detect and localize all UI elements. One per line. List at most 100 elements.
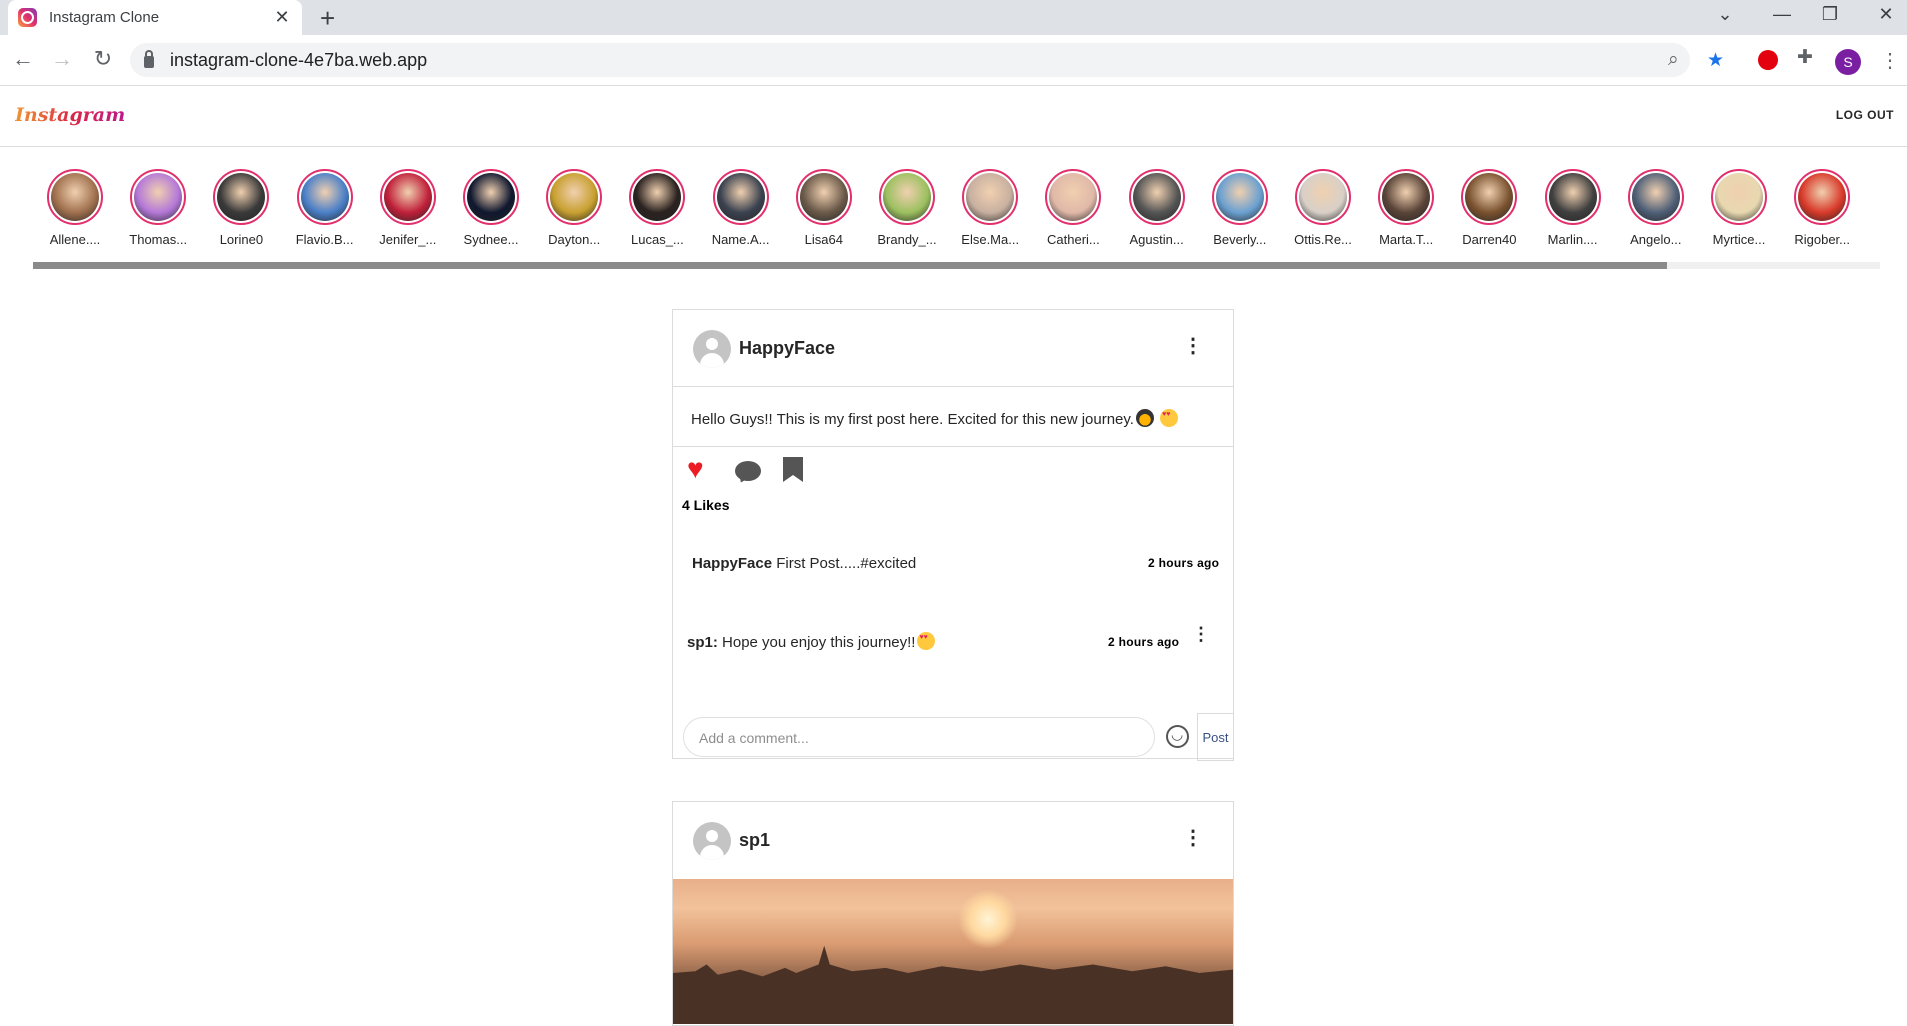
story-item[interactable]: Darren40 <box>1447 169 1531 247</box>
instagram-logo[interactable]: Instagram <box>15 104 125 126</box>
stories-scrollbar-thumb[interactable] <box>33 262 1667 269</box>
comment-input[interactable]: Add a comment... <box>683 717 1155 757</box>
story-item[interactable]: Else.Ma... <box>948 169 1032 247</box>
story-item[interactable]: Catheri... <box>1031 169 1115 247</box>
caption-username[interactable]: HappyFace <box>692 555 772 572</box>
story-ring[interactable] <box>795 169 852 225</box>
new-tab-icon[interactable]: + <box>320 3 335 34</box>
story-avatar[interactable] <box>1049 173 1098 221</box>
story-item[interactable]: Angelo... <box>1614 169 1698 247</box>
post-username[interactable]: sp1 <box>739 830 770 851</box>
story-item[interactable]: Rigober... <box>1780 169 1864 247</box>
story-avatar[interactable] <box>1382 173 1431 221</box>
lock-icon[interactable] <box>144 50 154 68</box>
story-item[interactable]: Flavio.B... <box>283 169 367 247</box>
story-ring[interactable] <box>1378 169 1435 225</box>
post-username[interactable]: HappyFace <box>739 338 835 359</box>
story-ring[interactable] <box>213 169 270 225</box>
story-avatar[interactable] <box>799 173 848 221</box>
story-avatar[interactable] <box>1299 173 1347 221</box>
forward-arrow-icon[interactable]: → <box>47 46 77 72</box>
address-bar[interactable]: instagram-clone-4e7ba.web.app ⌕ ★ <box>130 43 1724 77</box>
story-avatar[interactable] <box>966 173 1015 221</box>
story-item[interactable]: Sydnee... <box>449 169 533 247</box>
bookmark-star-icon[interactable]: ★ <box>1707 49 1724 72</box>
story-avatar[interactable] <box>1715 173 1763 221</box>
story-item[interactable]: Dayton... <box>532 169 616 247</box>
url-text[interactable]: instagram-clone-4e7ba.web.app <box>170 50 427 71</box>
user-avatar-icon[interactable] <box>693 330 731 368</box>
story-ring[interactable] <box>1544 169 1601 225</box>
story-item[interactable]: Lorine0 <box>199 169 283 247</box>
story-avatar[interactable] <box>716 173 765 221</box>
story-ring[interactable] <box>463 169 519 225</box>
story-item[interactable]: Marta.T... <box>1364 169 1448 247</box>
story-ring[interactable] <box>1794 169 1851 225</box>
story-item[interactable]: Brandy_... <box>865 169 949 247</box>
tab-search-chevron-icon[interactable]: ⌄ <box>1705 4 1745 25</box>
story-ring[interactable] <box>1627 169 1684 225</box>
comment-username[interactable]: sp1: <box>687 634 718 651</box>
logout-button[interactable]: LOG OUT <box>1836 108 1894 122</box>
story-avatar[interactable] <box>633 173 682 221</box>
story-ring[interactable] <box>712 169 769 225</box>
bookmark-icon[interactable] <box>783 457 803 482</box>
story-ring[interactable] <box>47 169 103 225</box>
post-comment-button[interactable]: Post <box>1197 713 1234 761</box>
story-item[interactable]: Thomas... <box>116 169 200 247</box>
post-more-icon[interactable]: ⋮ <box>1183 828 1203 848</box>
story-avatar[interactable] <box>1631 173 1680 221</box>
story-ring[interactable] <box>1128 169 1185 225</box>
story-avatar[interactable] <box>217 173 266 221</box>
story-item[interactable]: Lisa64 <box>782 169 866 247</box>
close-tab-icon[interactable]: ✕ <box>272 7 292 28</box>
story-ring[interactable] <box>629 169 686 225</box>
story-avatar[interactable] <box>51 173 99 221</box>
emoji-picker-icon[interactable] <box>1166 725 1189 748</box>
minimize-icon[interactable]: — <box>1762 4 1802 25</box>
story-ring[interactable] <box>130 169 187 225</box>
story-ring[interactable] <box>879 169 935 225</box>
story-avatar[interactable] <box>1465 173 1514 221</box>
story-avatar[interactable] <box>300 173 349 221</box>
comment-more-icon[interactable]: ⋮ <box>1192 625 1210 643</box>
story-ring[interactable] <box>379 169 436 225</box>
story-item[interactable]: Name.A... <box>699 169 783 247</box>
zoom-icon[interactable]: ⌕ <box>1668 49 1679 71</box>
story-item[interactable]: Lucas_... <box>615 169 699 247</box>
reload-icon[interactable]: ↻ <box>88 46 118 72</box>
adblock-extension-icon[interactable] <box>1758 50 1778 70</box>
restore-icon[interactable]: ❐ <box>1810 4 1850 25</box>
story-avatar[interactable] <box>134 173 183 221</box>
profile-avatar[interactable]: S <box>1835 49 1861 75</box>
like-heart-icon[interactable]: ♥ <box>687 455 704 483</box>
extensions-puzzle-icon[interactable]: ✚ <box>1797 46 1813 69</box>
post-more-icon[interactable]: ⋮ <box>1183 336 1203 356</box>
story-ring[interactable] <box>1711 169 1767 225</box>
story-avatar[interactable] <box>467 173 515 221</box>
story-avatar[interactable] <box>550 173 599 221</box>
browser-tab[interactable]: Instagram Clone ✕ <box>8 0 302 35</box>
stories-scrollbar[interactable] <box>33 262 1880 269</box>
comment-bubble-icon[interactable] <box>735 461 761 481</box>
close-window-icon[interactable]: ✕ <box>1866 4 1906 25</box>
back-arrow-icon[interactable]: ← <box>8 46 38 72</box>
story-item[interactable]: Myrtice... <box>1697 169 1781 247</box>
story-avatar[interactable] <box>383 173 432 221</box>
story-item[interactable]: Jenifer_... <box>366 169 450 247</box>
story-ring[interactable] <box>1461 169 1518 225</box>
story-ring[interactable] <box>1211 169 1268 225</box>
story-item[interactable]: Beverly... <box>1198 169 1282 247</box>
story-avatar[interactable] <box>1215 173 1264 221</box>
browser-menu-icon[interactable]: ⋮ <box>1880 48 1900 73</box>
story-avatar[interactable] <box>1132 173 1181 221</box>
story-avatar[interactable] <box>1798 173 1847 221</box>
story-avatar[interactable] <box>1548 173 1597 221</box>
story-item[interactable]: Allene.... <box>33 169 117 247</box>
story-avatar[interactable] <box>883 173 931 221</box>
story-ring[interactable] <box>962 169 1019 225</box>
user-avatar-icon[interactable] <box>693 822 731 860</box>
story-item[interactable]: Agustin... <box>1115 169 1199 247</box>
post-image[interactable] <box>673 879 1233 1024</box>
story-ring[interactable] <box>1045 169 1102 225</box>
